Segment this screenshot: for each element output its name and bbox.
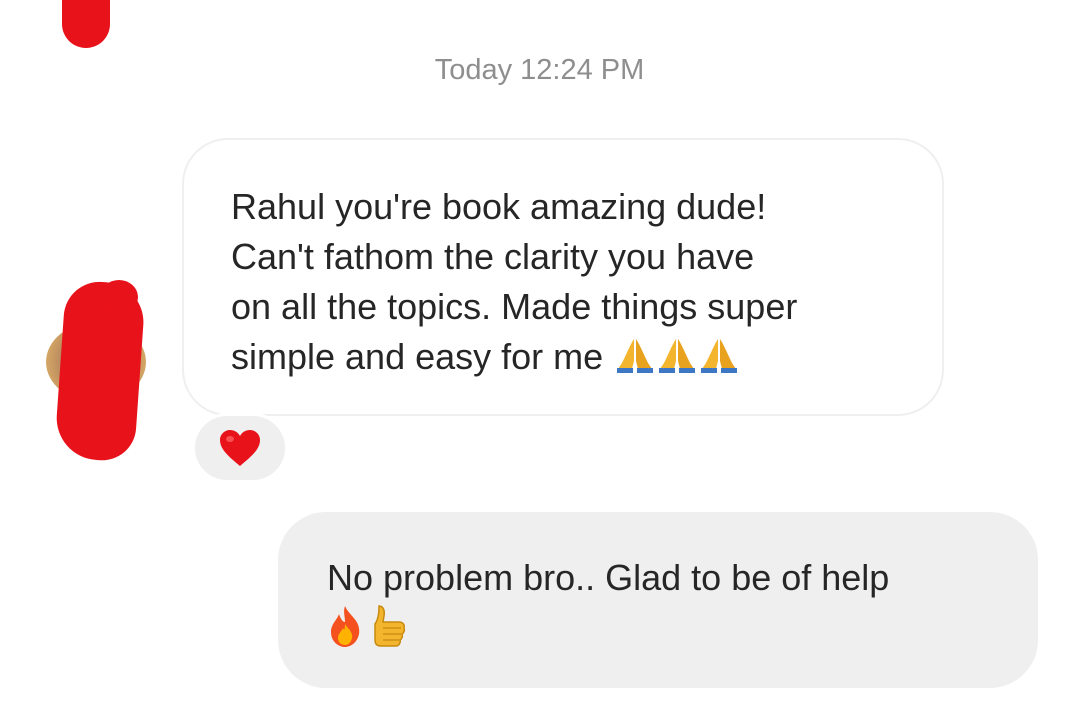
- fire-icon: [331, 606, 360, 647]
- folded-hands-icon: [701, 339, 738, 373]
- thumbs-up-icon: [374, 605, 406, 647]
- outgoing-message-bubble[interactable]: No problem bro.. Glad to be of help: [278, 512, 1038, 688]
- redaction-mark-avatar-top: [100, 280, 138, 314]
- red-heart-icon: [220, 430, 260, 466]
- folded-hands-icon: [659, 339, 696, 373]
- outgoing-message-text: No problem bro.. Glad to be of help: [327, 557, 890, 598]
- folded-hands-emoji-group: [615, 335, 741, 378]
- redaction-mark-top: [62, 0, 110, 48]
- folded-hands-icon: [617, 339, 654, 373]
- incoming-message-bubble[interactable]: Rahul you're book amazing dude! Can't fa…: [182, 138, 944, 416]
- message-reaction[interactable]: [192, 413, 288, 483]
- outgoing-emoji-group: [327, 604, 998, 648]
- message-timestamp: Today 12:24 PM: [434, 54, 645, 86]
